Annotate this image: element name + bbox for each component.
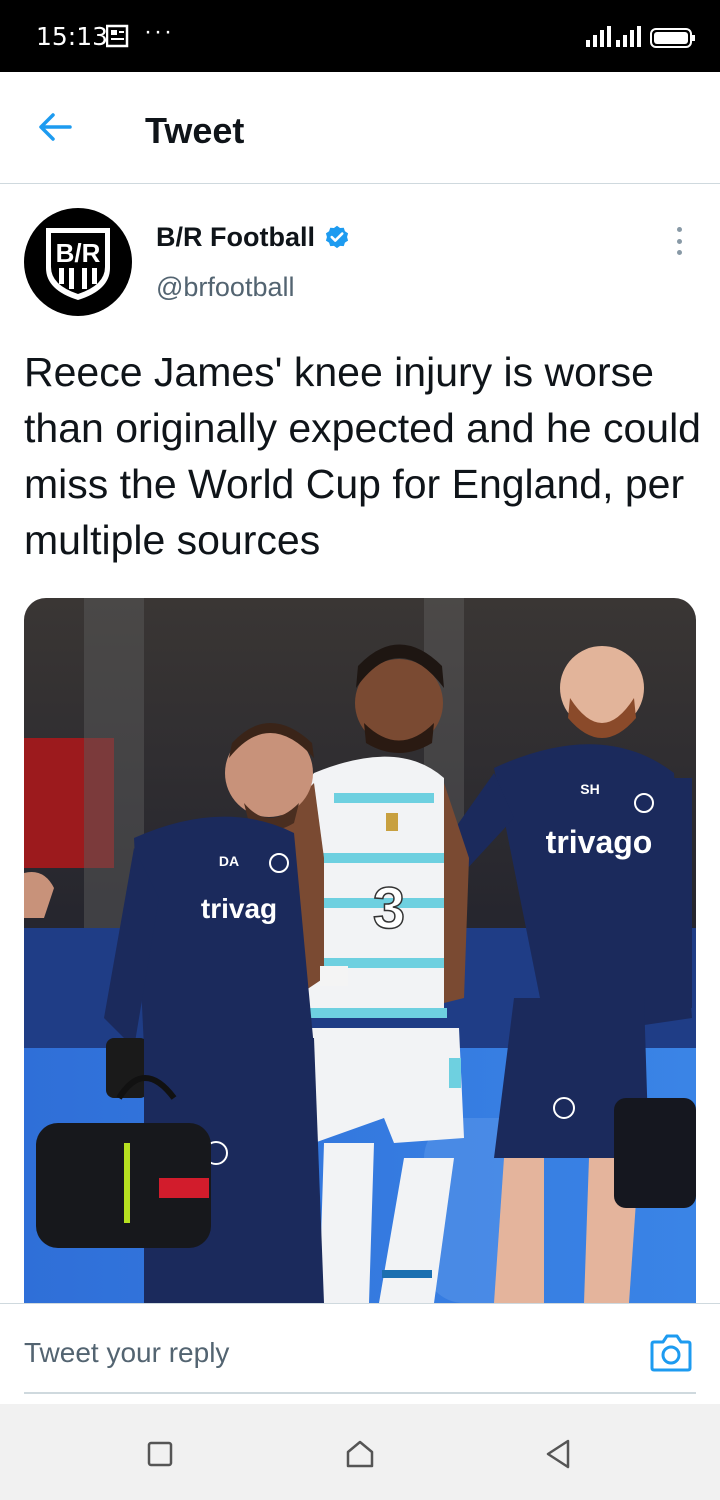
tweet-media-image[interactable]: trivago SH 3 trivag DA xyxy=(24,598,696,1303)
avatar[interactable]: B/R xyxy=(24,208,132,316)
home-icon xyxy=(346,1440,374,1468)
more-dot xyxy=(676,238,682,244)
recent-apps-button[interactable] xyxy=(140,1434,180,1474)
signal-icon xyxy=(586,26,611,47)
page-title: Tweet xyxy=(145,110,245,151)
battery-icon xyxy=(650,28,695,48)
status-overflow-dots: ··· xyxy=(144,18,174,45)
camera-button[interactable] xyxy=(648,1330,694,1376)
signal-icon-2 xyxy=(616,26,641,47)
author-handle[interactable]: @brfootball xyxy=(156,272,294,303)
tweet-text: Reece James' knee injury is worse than o… xyxy=(24,349,701,563)
news-icon xyxy=(106,24,129,48)
br-logo-icon: B/R xyxy=(46,228,110,300)
author-name-row[interactable]: B/R Football xyxy=(156,222,351,253)
more-dot xyxy=(676,250,682,255)
staff-initials-left: DA xyxy=(219,853,239,869)
status-bar: 15:13 ··· xyxy=(0,0,720,72)
system-nav-bar xyxy=(0,1404,720,1500)
verified-badge-icon xyxy=(325,225,349,248)
camera-icon xyxy=(650,1334,692,1372)
status-time: 15:13 xyxy=(36,22,109,51)
more-options-button[interactable] xyxy=(664,224,694,258)
staff-initials-right: SH xyxy=(580,781,599,797)
svg-text:B/R: B/R xyxy=(56,238,101,268)
home-button[interactable] xyxy=(340,1434,380,1474)
author-name[interactable]: B/R Football xyxy=(156,222,315,253)
square-icon xyxy=(147,1441,173,1467)
injury-photo: trivago SH 3 trivag DA xyxy=(24,598,696,1303)
sponsor-text-left: trivag xyxy=(201,893,277,924)
app-header: Tweet xyxy=(0,72,720,184)
sponsor-text-right: trivago xyxy=(546,824,653,860)
more-dot xyxy=(676,227,682,232)
reply-underline xyxy=(24,1392,696,1394)
reply-input[interactable]: Tweet your reply xyxy=(24,1320,624,1386)
back-button[interactable] xyxy=(30,102,80,152)
shirt-number: 3 xyxy=(373,876,405,941)
triangle-back-icon xyxy=(546,1439,570,1469)
arrow-left-icon xyxy=(39,113,72,141)
system-back-button[interactable] xyxy=(538,1434,578,1474)
